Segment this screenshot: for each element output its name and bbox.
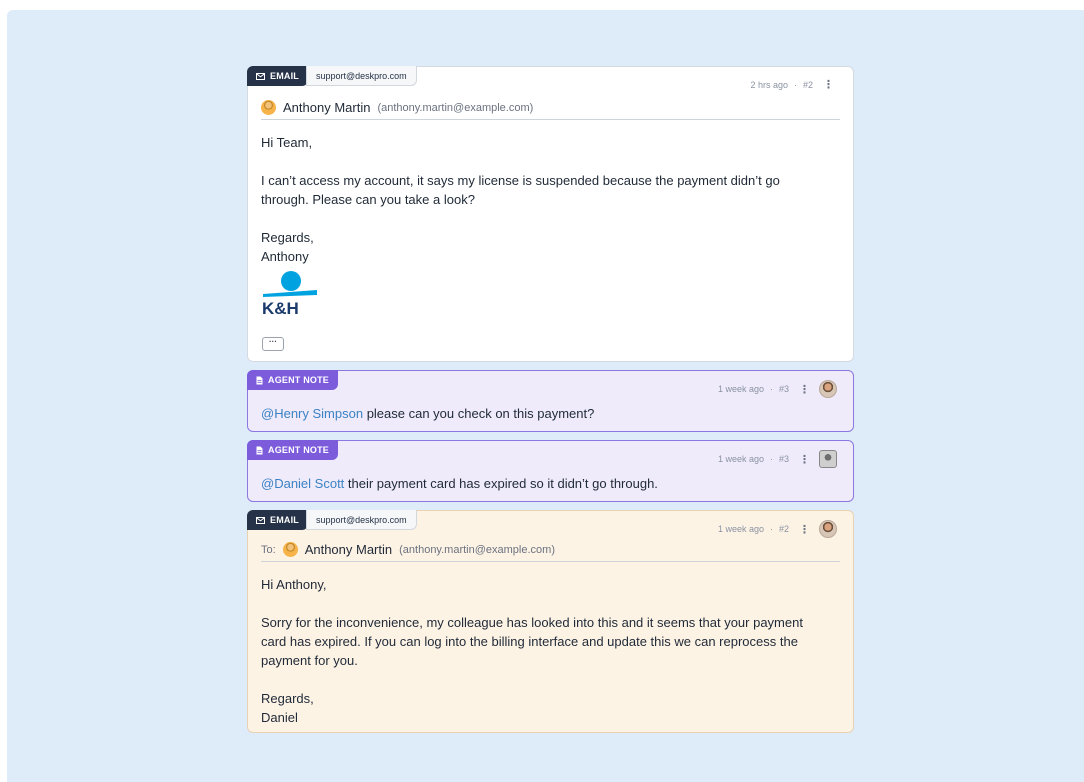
note-type-chip: AGENT NOTE bbox=[247, 440, 339, 460]
note-body: @Daniel Scott their payment card has exp… bbox=[261, 474, 823, 493]
note-text: their payment card has expired so it did… bbox=[344, 476, 658, 491]
greeting: Hi Team, bbox=[261, 135, 313, 150]
sender-email: (anthony.martin@example.com) bbox=[377, 101, 534, 114]
agent-note-2: AGENT NOTE 1 week ago · #3 ⋮ @Daniel Sco… bbox=[247, 440, 854, 502]
mention-link[interactable]: @Daniel Scott bbox=[261, 476, 344, 491]
greeting: Hi Anthony, bbox=[261, 577, 327, 592]
chip-label: EMAIL bbox=[270, 515, 299, 525]
email-type-chip: EMAIL bbox=[247, 510, 308, 530]
note-type-chip: AGENT NOTE bbox=[247, 370, 339, 390]
meta-separator: · bbox=[769, 454, 773, 464]
agent-avatar bbox=[819, 450, 837, 468]
chip-label: AGENT NOTE bbox=[268, 445, 330, 455]
agent-avatar bbox=[819, 520, 837, 538]
message-time: 2 hrs ago bbox=[750, 79, 788, 90]
meta-separator: · bbox=[769, 524, 773, 534]
message-time: 1 week ago bbox=[717, 384, 764, 394]
message-time: 1 week ago bbox=[717, 454, 764, 464]
envelope-icon bbox=[256, 516, 265, 524]
signature: Daniel bbox=[261, 710, 298, 725]
mention-link[interactable]: @Henry Simpson bbox=[261, 406, 363, 421]
email-message-reply: EMAIL support@deskpro.com 1 week ago · #… bbox=[247, 510, 854, 733]
email-message-incoming: EMAIL support@deskpro.com 2 hrs ago · #2… bbox=[247, 66, 854, 362]
agent-avatar bbox=[819, 380, 837, 398]
message-body: Hi Team, I can’t access my account, it s… bbox=[261, 133, 823, 266]
kebab-menu-icon[interactable]: ⋮ bbox=[819, 78, 837, 91]
signoff: Regards, bbox=[261, 230, 314, 245]
sender-name[interactable]: Anthony Martin bbox=[283, 100, 370, 115]
note-body: @Henry Simpson please can you check on t… bbox=[261, 404, 823, 423]
mailbox-address: support@deskpro.com bbox=[306, 66, 417, 86]
logo-text: K&H bbox=[262, 299, 299, 316]
show-more-button[interactable]: ··· bbox=[262, 337, 284, 351]
note-icon bbox=[256, 446, 263, 454]
recipient-email: (anthony.martin@example.com) bbox=[399, 543, 555, 556]
recipient-avatar bbox=[282, 542, 298, 557]
to-label: To: bbox=[261, 543, 276, 556]
message-meta: 1 week ago · #3 ⋮ bbox=[718, 450, 837, 468]
kebab-menu-icon[interactable]: ⋮ bbox=[795, 453, 813, 466]
kh-logo: K&H bbox=[261, 270, 319, 318]
meta-separator: · bbox=[793, 79, 797, 90]
chip-label: EMAIL bbox=[270, 71, 299, 81]
recipient-row: To: Anthony Martin (anthony.martin@examp… bbox=[261, 538, 840, 562]
message-meta: 1 week ago · #3 ⋮ bbox=[718, 380, 837, 398]
message-number: #2 bbox=[778, 524, 789, 534]
kebab-menu-icon[interactable]: ⋮ bbox=[795, 523, 813, 536]
sender-avatar bbox=[261, 100, 276, 115]
mailbox-address: support@deskpro.com bbox=[306, 510, 417, 530]
message-body: Hi Anthony, Sorry for the inconvenience,… bbox=[261, 575, 823, 727]
message-number: #3 bbox=[778, 454, 789, 464]
note-text: please can you check on this payment? bbox=[363, 406, 595, 421]
message-time: 1 week ago bbox=[717, 524, 764, 534]
chip-label: AGENT NOTE bbox=[268, 375, 330, 385]
message-number: #2 bbox=[802, 79, 813, 90]
sender-row: Anthony Martin (anthony.martin@example.c… bbox=[261, 96, 840, 120]
envelope-icon bbox=[256, 72, 265, 80]
signature: Anthony bbox=[261, 249, 309, 264]
recipient-name[interactable]: Anthony Martin bbox=[305, 542, 392, 557]
message-meta: 2 hrs ago · #2 ⋮ bbox=[750, 78, 837, 91]
note-icon bbox=[256, 376, 263, 384]
meta-separator: · bbox=[769, 384, 773, 394]
message-number: #3 bbox=[778, 384, 789, 394]
body-paragraph: Sorry for the inconvenience, my colleagu… bbox=[261, 615, 803, 668]
agent-note-1: AGENT NOTE 1 week ago · #3 ⋮ @Henry Simp… bbox=[247, 370, 854, 432]
email-type-chip: EMAIL bbox=[247, 66, 308, 86]
signoff: Regards, bbox=[261, 691, 314, 706]
message-meta: 1 week ago · #2 ⋮ bbox=[718, 520, 837, 538]
body-paragraph: I can’t access my account, it says my li… bbox=[261, 173, 780, 207]
kebab-menu-icon[interactable]: ⋮ bbox=[795, 383, 813, 396]
